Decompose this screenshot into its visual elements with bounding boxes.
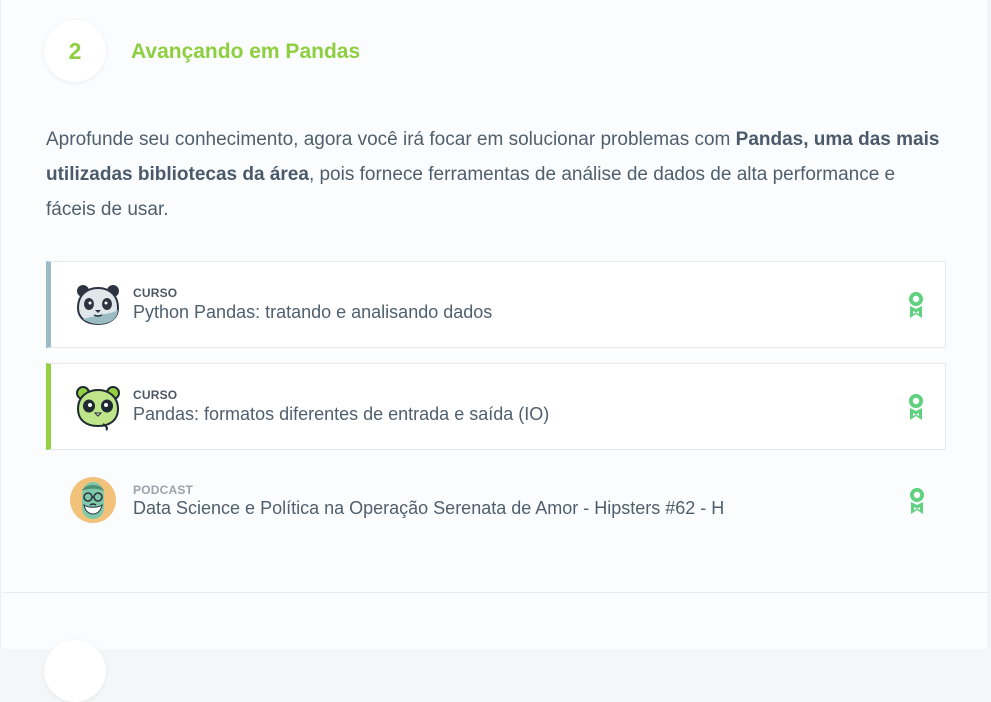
course-card[interactable]: CURSO Pandas: formatos diferentes de ent… [46,363,946,450]
step-title: Avançando em Pandas [131,40,361,63]
item-title[interactable]: Data Science e Política na Operação Sere… [133,498,724,519]
course-card[interactable]: CURSO Python Pandas: tratando e analisan… [46,261,946,348]
step-number-badge: 2 [44,20,106,82]
item-kind: CURSO [133,286,178,300]
certificate-icon [907,291,925,319]
item-title[interactable]: Python Pandas: tratando e analisando dad… [133,302,492,323]
item-kind: CURSO [133,388,178,402]
description-text: Aprofunde seu conhecimento, agora você i… [46,129,736,150]
certificate-icon [907,393,925,421]
green-panda-icon [73,382,123,432]
section-divider [2,592,989,593]
hipster-avatar-icon [70,477,120,527]
podcast-item[interactable]: PODCAST Data Science e Política na Opera… [46,465,946,540]
panda-icon [73,280,123,330]
certificate-icon [908,487,926,515]
item-kind: PODCAST [133,483,194,497]
next-step-badge [44,640,106,702]
step-number: 2 [68,37,82,64]
learning-path-panel: 2 Avançando em Pandas Aprofunde seu conh… [0,0,989,702]
step-description: Aprofunde seu conhecimento, agora você i… [46,122,946,227]
item-title[interactable]: Pandas: formatos diferentes de entrada e… [133,404,549,425]
